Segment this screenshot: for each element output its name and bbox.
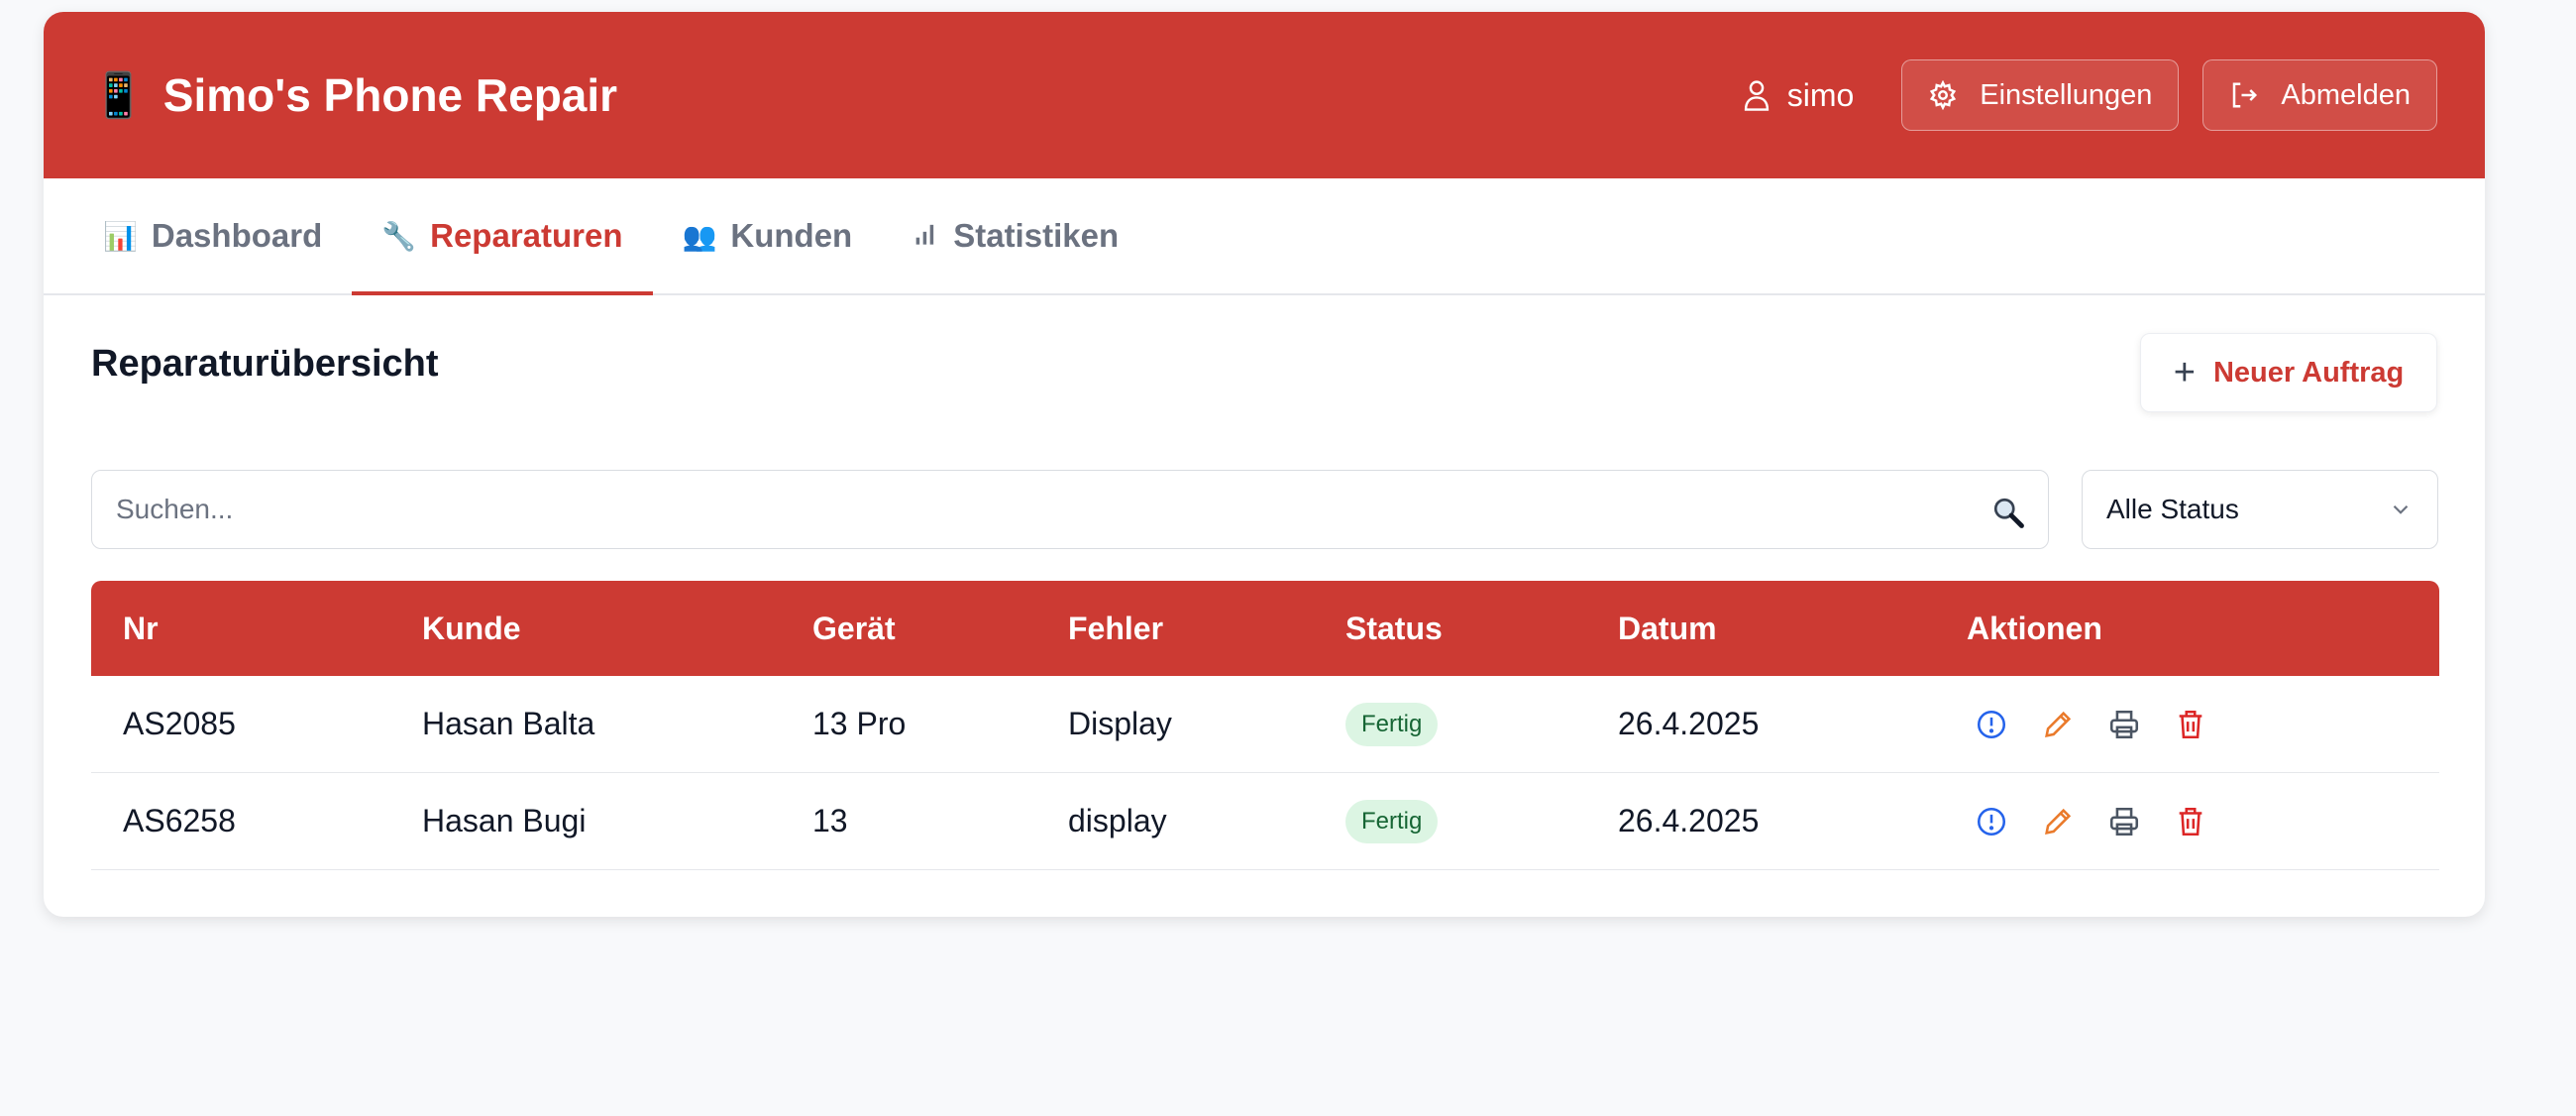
delete-icon[interactable] <box>2174 805 2207 838</box>
search-box <box>91 470 2049 549</box>
nav-tabs: 📊 Dashboard 🔧 Reparaturen 👥 Kunden Stati… <box>44 178 2485 295</box>
row-actions <box>1967 805 2232 838</box>
tab-statistiken[interactable]: Statistiken <box>882 178 1148 293</box>
tab-reparaturen[interactable]: 🔧 Reparaturen <box>352 178 653 295</box>
cell-kunde: Hasan Bugi <box>422 803 587 838</box>
cell-geraet: 13 <box>812 803 848 838</box>
user-info: simo <box>1742 76 1855 114</box>
cell-fehler: Display <box>1068 706 1172 741</box>
app-brand: 📱 Simo's Phone Repair <box>91 68 617 122</box>
logout-label: Abmelden <box>2281 78 2411 111</box>
cell-nr: AS6258 <box>123 803 236 838</box>
cell-datum: 26.4.2025 <box>1618 706 1760 741</box>
header-nr[interactable]: Nr <box>123 611 159 647</box>
new-order-button[interactable]: + Neuer Auftrag <box>2140 333 2437 412</box>
cell-geraet: 13 Pro <box>812 706 907 741</box>
status-filter-select[interactable]: Alle Status <box>2082 470 2438 549</box>
users-icon: 👥 <box>682 220 717 252</box>
tab-label: Reparaturen <box>430 217 623 254</box>
username: simo <box>1786 76 1855 113</box>
status-filter-value: Alle Status <box>2106 494 2239 524</box>
header-status[interactable]: Status <box>1345 611 1443 647</box>
phone-icon: 📱 <box>91 71 146 120</box>
status-badge: Fertig <box>1345 702 1439 746</box>
tab-label: Kunden <box>730 217 853 254</box>
logout-button[interactable]: Abmelden <box>2202 59 2437 131</box>
settings-label: Einstellungen <box>1980 78 2153 111</box>
cell-nr: AS2085 <box>123 706 236 741</box>
cell-datum: 26.4.2025 <box>1618 803 1760 838</box>
row-actions <box>1967 708 2232 741</box>
app-header: 📱 Simo's Phone Repair simo Einstellungen… <box>44 12 2485 178</box>
app-title: Simo's Phone Repair <box>162 69 618 121</box>
info-icon[interactable] <box>1975 805 2008 838</box>
header-datum[interactable]: Datum <box>1618 611 1717 647</box>
chevron-down-icon <box>2393 504 2409 514</box>
cell-kunde: Hasan Balta <box>422 706 595 741</box>
cell-fehler: display <box>1068 803 1167 838</box>
header-actions: simo Einstellungen Abmelden <box>1742 59 2437 131</box>
print-icon[interactable] <box>2107 708 2141 741</box>
table-row[interactable]: AS6258 Hasan Bugi 13 display Fertig 26.4… <box>91 773 2439 870</box>
repairs-table: Nr Kunde Gerät Fehler Status Datum Aktio… <box>91 581 2439 870</box>
header-aktionen: Aktionen <box>1967 610 2102 646</box>
wrench-icon: 🔧 <box>381 220 417 252</box>
tab-label: Dashboard <box>151 217 323 254</box>
header-kunde[interactable]: Kunde <box>422 611 521 647</box>
table-header: Nr Kunde Gerät Fehler Status Datum Aktio… <box>91 581 2439 676</box>
search-icon <box>1993 498 2024 528</box>
print-icon[interactable] <box>2107 805 2141 838</box>
edit-icon[interactable] <box>2041 708 2075 741</box>
app-card: 📱 Simo's Phone Repair simo Einstellungen… <box>44 12 2485 917</box>
user-icon <box>1744 80 1769 111</box>
search-input[interactable] <box>116 494 2024 525</box>
plus-icon: + <box>2173 351 2196 393</box>
logout-icon <box>2233 82 2258 108</box>
header-fehler[interactable]: Fehler <box>1068 611 1163 647</box>
tab-label: Statistiken <box>953 217 1120 254</box>
tab-kunden[interactable]: 👥 Kunden <box>653 178 883 293</box>
info-icon[interactable] <box>1975 708 2008 741</box>
gear-icon <box>1930 80 1957 110</box>
page-title: Reparaturübersicht <box>91 343 439 385</box>
new-order-label: Neuer Auftrag <box>2212 356 2405 389</box>
header-geraet[interactable]: Gerät <box>812 611 896 647</box>
delete-icon[interactable] <box>2174 708 2207 741</box>
tab-dashboard[interactable]: 📊 Dashboard <box>73 178 352 293</box>
signal-bars-icon <box>912 219 939 254</box>
bar-chart-icon: 📊 <box>103 220 138 252</box>
settings-button[interactable]: Einstellungen <box>1901 59 2180 131</box>
title-row: Reparaturübersicht + Neuer Auftrag <box>91 333 2437 412</box>
status-badge: Fertig <box>1345 799 1439 843</box>
table-row[interactable]: AS2085 Hasan Balta 13 Pro Display Fertig… <box>91 676 2439 773</box>
edit-icon[interactable] <box>2041 805 2075 838</box>
